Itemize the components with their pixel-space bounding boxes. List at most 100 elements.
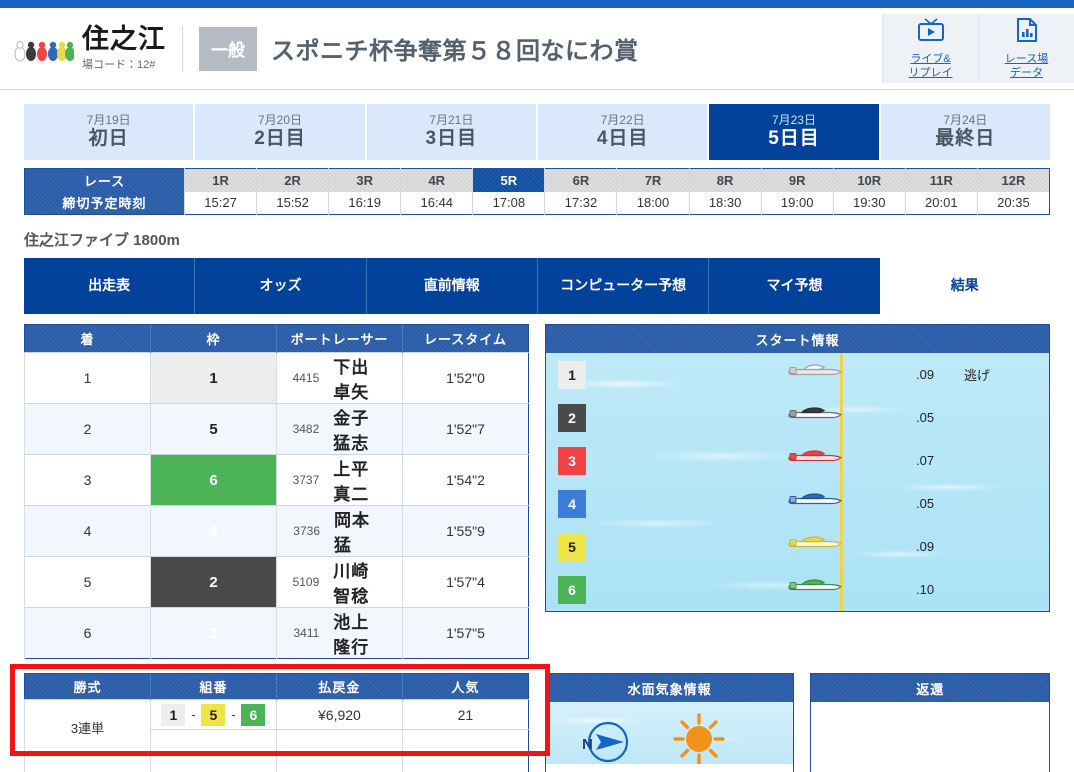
tab-pre-race-info[interactable]: 直前情報 [365,258,537,314]
race-number-row: レース 1R 2R 3R 4R 5R 6R 7R 8R 9R 10R 11R 1… [24,168,1050,192]
result-frame: 4 [150,505,277,557]
deadline-7r: 18:00 [616,191,690,215]
race-tab-8r[interactable]: 8R [688,168,762,192]
venue-code: 場コード：12# [82,59,156,72]
start-info-title: スタート情報 [546,325,1049,353]
racer-first-name[interactable]: 猛 [334,531,352,556]
start-timing: .05 [916,496,935,511]
racer-last-name[interactable]: 岡本 [334,506,402,531]
result-frame: 2 [150,556,277,608]
table-row: 3連単 1-5-6 ¥6,920 21 [24,699,529,756]
racecourse-data-label-line2: データ [1009,66,1043,79]
day-tab-0[interactable]: 7月19日 初日 [24,104,194,160]
result-racer: 5109 川崎智稔 [276,556,403,608]
result-frame: 1 [150,352,277,404]
race-tab-7r[interactable]: 7R [616,168,690,192]
tv-play-icon [916,17,946,48]
tab-my-prediction[interactable]: マイ予想 [708,258,879,314]
day-tab-3[interactable]: 7月22日 4日目 [537,104,708,160]
racer-last-name[interactable]: 金子 [333,404,401,429]
race-tab-10r[interactable]: 10R [832,168,906,192]
day-tabs: 7月19日 初日 7月20日 2日目 7月21日 3日目 7月22日 4日目 7… [24,104,1050,160]
col-popularity: 人気 [401,673,529,700]
col-bet-type: 勝式 [24,673,151,700]
start-timing: .07 [916,453,935,468]
race-tab-2r[interactable]: 2R [256,168,329,192]
col-amount: 払戻金 [275,673,403,700]
deadline-2r: 15:52 [256,191,329,215]
tab-odds[interactable]: オッズ [194,258,365,314]
payout-amount-empty [275,729,403,756]
deadline-row-label: 締切予定時刻 [24,191,185,215]
race-tab-6r[interactable]: 6R [544,168,617,192]
tab-computer-prediction[interactable]: コンピューター 予想 [536,258,708,314]
site-header: 住之江 場コード：12# 一般 スポニチ杯争奪第５８回なにわ賞 ライブ& リプレ… [0,8,1074,90]
refund-panel-body [811,702,1049,764]
day-tab-5[interactable]: 7月24日 最終日 [880,104,1050,160]
tab-computer-prediction-line2: 予想 [658,277,687,294]
live-replay-label-line1: ライブ& [910,52,951,65]
result-place: 4 [24,505,151,557]
racer-first-name[interactable]: 隆行 [333,633,369,658]
col-race-time: レースタイム [402,324,529,353]
table-row: 2 5 3482 金子猛志 1'52"7 [24,403,529,455]
race-tab-3r[interactable]: 3R [328,168,401,192]
race-tab-11r[interactable]: 11R [904,168,978,192]
result-racer: 3737 上平真二 [276,454,403,506]
race-tab-12r[interactable]: 12R [976,168,1050,192]
result-place: 6 [24,607,151,659]
refund-panel-title: 返還 [811,674,1049,702]
start-info-panel: スタート情報 1 .09 逃げ 2 .05 3 .07 4 .05 5 .09 … [545,324,1050,612]
race-tab-5r[interactable]: 5R [472,168,545,192]
day-tab-date: 7月23日 [771,113,816,128]
race-title: スポニチ杯争奪第５８回なにわ賞 [271,38,639,65]
payout-combination: 1-5-6 [149,699,277,730]
racer-last-name[interactable]: 上平 [333,455,401,480]
racer-first-name[interactable]: 智稔 [333,582,369,607]
racer-last-name[interactable]: 川崎 [333,557,401,582]
start-info-column: スタート情報 1 .09 逃げ 2 .05 3 .07 4 .05 5 .09 … [545,324,1050,659]
racer-last-name[interactable]: 池上 [333,608,401,633]
deadline-1r: 15:27 [183,191,257,215]
tab-entry-list[interactable]: 出走表 [24,258,194,314]
results-header-row: 着 枠 ボートレーサー レースタイム [24,324,529,353]
deadline-4r: 16:44 [400,191,473,215]
payout-bet-type: 3連単 [24,699,151,756]
live-replay-button[interactable]: ライブ& リプレイ [882,14,978,83]
result-frame: 5 [150,403,277,455]
lane-badge: 4 [558,489,586,518]
racer-first-name[interactable]: 卓矢 [333,378,369,403]
bottom-row: 勝式 組番 払戻金 人気 3連単 1-5-6 ¥6,920 21 水面気象情報 … [10,664,1050,772]
day-tab-name: 初日 [88,127,129,149]
result-race-time: 1'57"4 [402,556,529,608]
racer-last-name[interactable]: 下出 [333,353,401,378]
result-race-time: 1'52"0 [402,352,529,404]
combo-number-3: 6 [241,703,266,726]
day-tab-1[interactable]: 7月20日 2日目 [195,104,365,160]
boat-icon [786,447,843,474]
day-tab-4[interactable]: 7月23日 5日目 [709,104,879,160]
sunny-weather-icon [668,712,730,769]
lane-badge: 5 [558,532,586,561]
col-combination: 組番 [149,673,277,700]
lane-badge: 3 [558,446,586,475]
racer-first-name[interactable]: 猛志 [333,429,369,454]
top-accent-bar [0,0,1074,8]
race-tab-9r[interactable]: 9R [760,168,834,192]
course-distance-label: 住之江ファイブ 1800m [24,232,180,249]
payout-amount: ¥6,920 [275,699,403,730]
payout-popularity: 21 [401,699,529,730]
racer-first-name[interactable]: 真二 [333,480,369,505]
day-tab-2[interactable]: 7月21日 3日目 [366,104,536,160]
racer-reg-no: 3411 [293,626,320,640]
tab-results[interactable]: 結果 [879,258,1050,314]
race-tab-4r[interactable]: 4R [400,168,473,192]
race-tab-1r[interactable]: 1R [183,168,257,192]
racecourse-data-button[interactable]: レース場 データ [978,14,1074,83]
start-lane-row: 5 .09 [546,525,1049,568]
result-race-time: 1'57"5 [402,607,529,659]
payout-table: 勝式 組番 払戻金 人気 3連単 1-5-6 ¥6,920 21 [24,673,529,772]
result-place: 3 [24,454,151,506]
table-row: 1 1 4415 下出卓矢 1'52"0 [24,352,529,404]
racer-reg-no: 4415 [292,371,320,385]
